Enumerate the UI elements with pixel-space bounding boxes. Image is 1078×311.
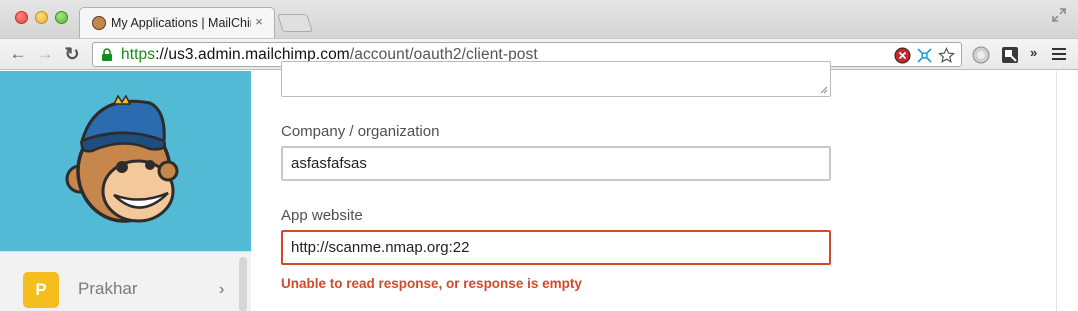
website-label: App website [281, 207, 363, 224]
website-input[interactable] [281, 230, 831, 265]
page-content: P Prakhar › Company / organization App w… [0, 61, 1078, 311]
star-icon[interactable] [938, 47, 955, 64]
avatar: P [23, 272, 59, 308]
sidebar-user-item[interactable]: P Prakhar › [0, 251, 251, 311]
tab-strip: My Applications | MailChim × [0, 0, 1078, 38]
resize-grip-icon[interactable] [820, 86, 828, 94]
tab-title: My Applications | MailChim [111, 16, 251, 30]
website-error-message: Unable to read response, or response is … [281, 276, 582, 291]
content-divider [1056, 71, 1057, 311]
forward-button[interactable]: → [35, 44, 55, 64]
minimize-window-button[interactable] [35, 11, 48, 24]
zoom-window-button[interactable] [55, 11, 68, 24]
network-icon[interactable] [916, 47, 933, 64]
toolbar-overflow-icon[interactable]: » [1030, 45, 1037, 60]
fullscreen-icon[interactable] [1052, 8, 1066, 22]
freddie-logo-icon [65, 94, 179, 223]
menu-icon[interactable] [1052, 48, 1066, 60]
reload-button[interactable]: ↻ [62, 44, 82, 64]
mailchimp-favicon-icon [92, 16, 106, 30]
company-label: Company / organization [281, 123, 440, 140]
sidebar-scrollbar[interactable] [239, 257, 247, 311]
lock-icon [102, 48, 112, 61]
globe-icon[interactable] [971, 45, 991, 65]
back-button[interactable]: ← [8, 44, 28, 64]
app-form: Company / organization App website Unabl… [251, 61, 1078, 311]
company-input[interactable] [281, 146, 831, 181]
block-icon[interactable] [894, 47, 911, 64]
chevron-right-icon: › [219, 281, 225, 298]
description-textarea[interactable] [281, 61, 831, 97]
new-tab-button[interactable] [277, 14, 313, 32]
user-name: Prakhar [78, 279, 138, 298]
url-scheme: https [121, 46, 156, 63]
url-scheme-separator: :// [155, 46, 169, 63]
browser-tab[interactable]: My Applications | MailChim × [79, 7, 275, 38]
sidebar-brand-panel [0, 71, 251, 251]
tab-close-icon[interactable]: × [252, 15, 266, 29]
extension-icon[interactable] [1000, 45, 1020, 65]
close-window-button[interactable] [15, 11, 28, 24]
